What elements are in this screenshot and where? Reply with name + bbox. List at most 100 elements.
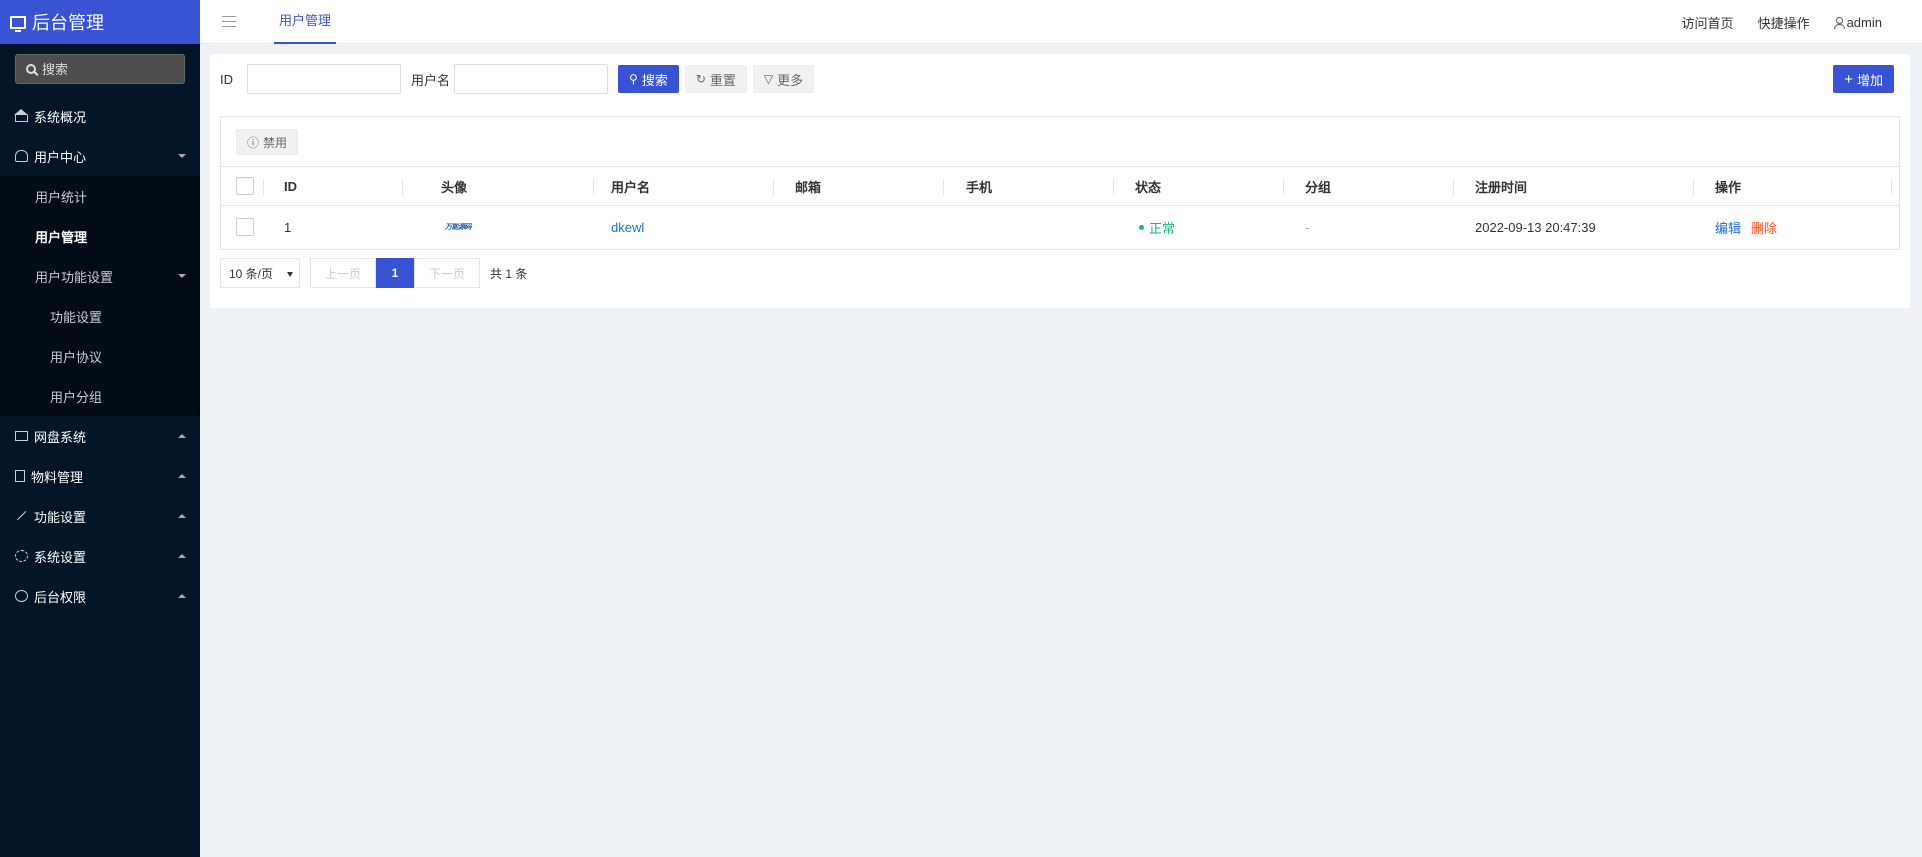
cell-avatar: 万能源码 bbox=[443, 206, 473, 248]
column-header[interactable]: 分组 bbox=[1305, 167, 1331, 205]
refresh-icon: ↻ bbox=[695, 72, 706, 86]
sidebar-item-user-stats[interactable]: 用户统计 bbox=[0, 176, 200, 216]
cell-id: 1 bbox=[284, 219, 292, 235]
search-button[interactable]: ⚲ 搜索 bbox=[618, 65, 679, 93]
column-header[interactable]: 邮箱 bbox=[795, 167, 821, 205]
app-logo[interactable]: 后台管理 bbox=[0, 0, 200, 44]
cell-group: - bbox=[1305, 219, 1310, 235]
select-all-checkbox[interactable] bbox=[236, 177, 254, 195]
column-header[interactable]: ID bbox=[284, 167, 297, 205]
disable-button[interactable]: ⓘ 禁用 bbox=[236, 129, 299, 155]
sidebar-item-cloud-disk[interactable]: 网盘系统 bbox=[0, 416, 200, 456]
username-input[interactable] bbox=[454, 64, 609, 94]
sidebar-item-label: 用户功能设置 bbox=[35, 269, 114, 285]
column-divider bbox=[1113, 179, 1114, 195]
column-divider bbox=[593, 179, 594, 195]
plus-icon: + bbox=[1844, 70, 1853, 88]
column-divider bbox=[1453, 179, 1454, 195]
sidebar-search[interactable] bbox=[15, 54, 185, 84]
sidebar-item-user-groups[interactable]: 用户分组 bbox=[0, 376, 200, 416]
prev-page-button[interactable]: 上一页 bbox=[310, 258, 376, 288]
sidebar-item-features[interactable]: 功能设置 bbox=[0, 496, 200, 536]
sidebar-item-user-agreement[interactable]: 用户协议 bbox=[0, 336, 200, 376]
cell-actions: 编辑 删除 bbox=[1715, 206, 1777, 248]
column-header[interactable]: 头像 bbox=[441, 167, 467, 205]
sidebar-item-label: 系统概况 bbox=[34, 109, 87, 125]
app-title: 后台管理 bbox=[32, 13, 104, 33]
user-menu[interactable]: admin bbox=[1833, 14, 1882, 30]
next-page-button[interactable]: 下一页 bbox=[414, 258, 480, 288]
sidebar: 后台管理 系统概况 用户中心 用户统计 用户管理 用户功能设置 功能设置 用户协… bbox=[0, 0, 200, 857]
column-divider bbox=[943, 179, 944, 195]
reset-button[interactable]: ↻ 重置 bbox=[684, 65, 747, 93]
id-input[interactable] bbox=[247, 64, 401, 94]
add-button[interactable]: + 增加 bbox=[1833, 65, 1894, 93]
pagination: 10 条/页 上一页 1 下一页 共 1 条 bbox=[220, 258, 527, 288]
disable-button-label: 禁用 bbox=[263, 135, 288, 150]
visit-home-link[interactable]: 访问首页 bbox=[1682, 13, 1734, 32]
chevron-up-icon bbox=[178, 594, 186, 598]
user-feature-submenu: 功能设置 用户协议 用户分组 bbox=[0, 296, 200, 416]
header-actions: 访问首页 快捷操作 admin bbox=[1658, 0, 1882, 44]
column-divider bbox=[1693, 179, 1694, 195]
sidebar-item-overview[interactable]: 系统概况 bbox=[0, 96, 200, 136]
column-header[interactable]: 手机 bbox=[966, 167, 992, 205]
sidebar-item-admin-permissions[interactable]: 后台权限 bbox=[0, 576, 200, 616]
per-page-select[interactable]: 10 条/页 bbox=[220, 258, 300, 288]
per-page-value: 10 条/页 bbox=[229, 266, 274, 281]
column-header[interactable]: 操作 bbox=[1715, 167, 1741, 205]
tab-user-management[interactable]: 用户管理 bbox=[274, 0, 337, 44]
user-table: ⓘ 禁用 ID 头像 用户名 邮箱 手机 状态 分组 注册时间 操作 1 万能源… bbox=[220, 116, 1900, 250]
folder-icon bbox=[15, 431, 28, 441]
menu-toggle-icon[interactable] bbox=[222, 16, 236, 27]
top-header: 用户管理 访问首页 快捷操作 admin bbox=[200, 0, 1922, 44]
chevron-down-icon bbox=[178, 274, 186, 278]
row-checkbox[interactable] bbox=[236, 218, 254, 236]
info-icon: ⓘ bbox=[247, 135, 260, 150]
cell-username[interactable]: dkewl bbox=[611, 206, 644, 248]
page-button-current[interactable]: 1 bbox=[376, 258, 414, 288]
main-panel: ID 用户名 ⚲ 搜索 ↻ 重置 ▽ 更多 + 增加 ⓘ 禁用 ID 头像 用户… bbox=[210, 54, 1910, 308]
reset-button-label: 重置 bbox=[709, 72, 736, 88]
cell-status: 正常 bbox=[1139, 206, 1175, 248]
search-button-label: 搜索 bbox=[641, 72, 668, 88]
sidebar-item-user-management[interactable]: 用户管理 bbox=[0, 216, 200, 256]
sidebar-item-label: 功能设置 bbox=[50, 309, 103, 325]
table-row[interactable]: 1 万能源码 dkewl 正常 - 2022-09-13 20:47:39 编辑… bbox=[221, 206, 1899, 248]
delete-link[interactable]: 删除 bbox=[1751, 218, 1777, 237]
sidebar-item-label: 后台权限 bbox=[34, 589, 87, 605]
sidebar-item-materials[interactable]: 物料管理 bbox=[0, 456, 200, 496]
column-header[interactable]: 用户名 bbox=[611, 167, 650, 205]
tools-icon bbox=[17, 511, 27, 521]
sidebar-item-label: 用户中心 bbox=[34, 149, 87, 165]
table-toolbar: ⓘ 禁用 bbox=[221, 117, 1899, 167]
quick-ops-menu[interactable]: 快捷操作 bbox=[1758, 13, 1810, 32]
column-header[interactable]: 注册时间 bbox=[1475, 167, 1527, 205]
sidebar-item-system-settings[interactable]: 系统设置 bbox=[0, 536, 200, 576]
search-toolbar: ID 用户名 ⚲ 搜索 ↻ 重置 ▽ 更多 + 增加 bbox=[220, 64, 1900, 94]
username: admin bbox=[1846, 14, 1882, 30]
sidebar-item-label: 系统设置 bbox=[34, 549, 87, 565]
user-center-submenu: 用户统计 用户管理 用户功能设置 功能设置 用户协议 用户分组 bbox=[0, 176, 200, 416]
sidebar-item-label: 物料管理 bbox=[31, 469, 84, 485]
sidebar-item-user-center[interactable]: 用户中心 bbox=[0, 136, 200, 176]
chevron-up-icon bbox=[178, 434, 186, 438]
column-header[interactable]: 状态 bbox=[1135, 167, 1161, 205]
column-divider bbox=[263, 179, 264, 195]
status-dot-icon bbox=[1139, 224, 1144, 230]
search-icon: ⚲ bbox=[629, 72, 638, 86]
sidebar-search-input[interactable] bbox=[42, 61, 162, 77]
id-label: ID bbox=[220, 71, 233, 87]
sidebar-item-user-feature-settings[interactable]: 用户功能设置 bbox=[0, 256, 200, 296]
avatar[interactable]: 万能源码 bbox=[443, 221, 473, 233]
chevron-up-icon bbox=[178, 514, 186, 518]
sidebar-item-label: 用户管理 bbox=[35, 229, 88, 245]
more-button[interactable]: ▽ 更多 bbox=[752, 65, 815, 93]
sidebar-item-label: 用户分组 bbox=[50, 389, 103, 405]
edit-link[interactable]: 编辑 bbox=[1715, 218, 1741, 237]
select-all-checkbox-cell bbox=[236, 167, 254, 205]
chevron-down-icon bbox=[178, 154, 186, 158]
sidebar-item-feature-settings[interactable]: 功能设置 bbox=[0, 296, 200, 336]
user-icon bbox=[1833, 16, 1845, 29]
filter-icon: ▽ bbox=[763, 72, 774, 86]
